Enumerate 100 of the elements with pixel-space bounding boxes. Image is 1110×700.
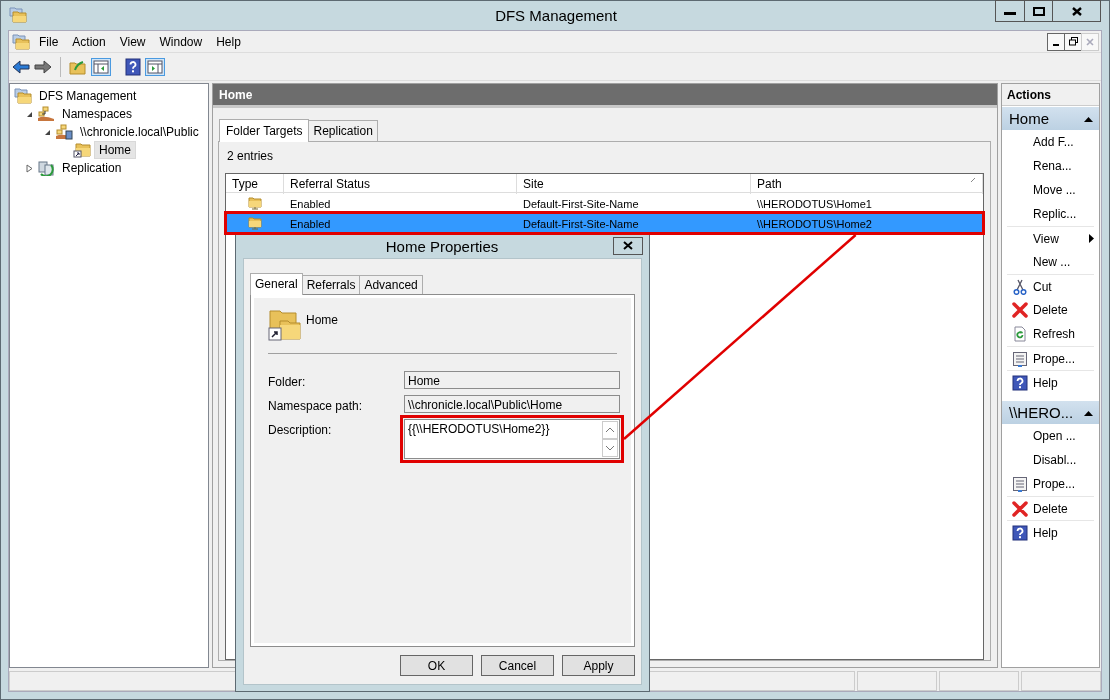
app-icon (9, 7, 27, 23)
tab[interactable]: Advanced (359, 275, 423, 294)
shortcut-folder-icon (268, 309, 302, 341)
table-cell-text: Default-First-Site-Name (522, 197, 640, 210)
properties-icon (1012, 350, 1028, 367)
properties-icon (1012, 476, 1028, 492)
tree-item[interactable]: \\chronicle.local\Public (76, 124, 203, 140)
help-icon (1012, 524, 1028, 541)
dialog-title: Home Properties (384, 237, 500, 255)
table-row[interactable]: Enabled Default-First-Site-Name \\HERODOTUS\Home2 (226, 213, 983, 233)
folder-name: Home (306, 312, 338, 327)
sort-icon (970, 177, 976, 183)
minimize-icon (1053, 44, 1059, 46)
folder-target-icon (248, 216, 262, 230)
entries-count: 2 entries (226, 148, 275, 165)
close-icon (1086, 37, 1094, 46)
task-link[interactable]: Add F... (1033, 135, 1094, 149)
action-group-header[interactable]: \\HERO... (1002, 401, 1099, 424)
refresh-icon (1012, 326, 1028, 342)
field-label: Description: (268, 422, 333, 437)
dialog-button[interactable]: OK (400, 655, 473, 676)
task-link[interactable]: Prope... (1033, 477, 1094, 491)
table-cell-text: \\HERODOTUS\Home2 (756, 217, 873, 230)
show-tree-icon[interactable] (91, 57, 111, 76)
window-title: DFS Management (494, 7, 618, 24)
field-label: Folder: (268, 374, 307, 389)
maximize-button[interactable] (1024, 0, 1053, 22)
dialog-button[interactable]: Apply (562, 655, 635, 676)
collapse-caret-icon[interactable] (1084, 115, 1093, 122)
table-row[interactable]: Enabled Default-First-Site-Name \\HERODOTUS\Home1 (226, 193, 983, 213)
help-icon (1012, 374, 1028, 391)
scissors-icon (1012, 278, 1028, 295)
restore-icon (1068, 37, 1078, 46)
close-icon (1070, 6, 1083, 16)
tree-item[interactable]: DFS Management (35, 88, 141, 104)
menu-item[interactable]: File (32, 32, 66, 51)
read-only-field: \\chronicle.local\Public\Home (404, 395, 620, 413)
tab[interactable]: Folder Targets (219, 119, 310, 142)
show-actions-icon[interactable] (145, 57, 165, 76)
table-cell-text: Enabled (289, 197, 332, 210)
task-link[interactable]: Refresh (1033, 327, 1094, 341)
app-menu-icon (12, 33, 30, 50)
folder-up-icon[interactable] (69, 58, 87, 75)
replication-icon (37, 160, 55, 176)
tree-item[interactable]: Namespaces (58, 106, 137, 122)
close-icon (623, 241, 633, 250)
column-header[interactable]: Path (751, 174, 983, 194)
expanded-arrow-icon[interactable] (25, 110, 33, 118)
folders-icon (14, 88, 32, 104)
panel-title: Home (213, 84, 997, 108)
help-icon[interactable] (125, 57, 141, 76)
minimize-button[interactable] (1047, 32, 1065, 51)
task-link[interactable]: New ... (1033, 255, 1094, 269)
folder-target-icon (248, 196, 262, 210)
task-link[interactable]: Disabl... (1033, 453, 1094, 467)
scroll-down-icon[interactable] (602, 439, 618, 457)
namespace-icon (37, 106, 55, 122)
field-label: Namespace path: (268, 398, 364, 413)
task-link[interactable]: Open ... (1033, 429, 1094, 443)
task-link[interactable]: Cut (1033, 279, 1094, 294)
task-link[interactable]: Help (1033, 525, 1094, 540)
column-header[interactable]: Site (517, 174, 751, 194)
close-button[interactable] (1052, 0, 1101, 22)
menu-item[interactable]: Window (152, 32, 210, 51)
menu-item[interactable]: View (112, 32, 153, 51)
restore-button[interactable] (1064, 32, 1082, 51)
dialog-button[interactable]: Cancel (481, 655, 554, 676)
column-header[interactable]: Referral Status (284, 174, 517, 194)
namespace-icon (55, 124, 73, 140)
task-link[interactable]: Rena... (1033, 159, 1094, 173)
shortcut-folder-icon (73, 142, 91, 158)
task-link[interactable]: Replic... (1033, 207, 1094, 221)
column-header[interactable]: Type (226, 174, 284, 194)
table-cell-text: Default-First-Site-Name (522, 217, 640, 230)
delete-icon (1012, 302, 1028, 318)
tree-item[interactable]: Home (94, 141, 136, 159)
table-cell-text: \\HERODOTUS\Home1 (756, 197, 873, 210)
task-link[interactable]: Delete (1033, 501, 1094, 516)
action-group-header[interactable]: Home (1002, 107, 1099, 130)
tab[interactable]: General (250, 273, 303, 295)
task-link[interactable]: View (1033, 231, 1089, 246)
task-link[interactable]: Move ... (1033, 183, 1094, 197)
tree-item[interactable]: Replication (58, 160, 126, 176)
collapse-caret-icon[interactable] (1084, 409, 1093, 416)
close-button[interactable] (613, 236, 643, 255)
task-link[interactable]: Prope... (1033, 351, 1094, 366)
tab[interactable]: Replication (308, 120, 378, 141)
back-arrow-icon[interactable] (12, 58, 30, 75)
expanded-arrow-icon[interactable] (43, 128, 51, 136)
description-field[interactable]: {{\\HERODOTUS\Home2}} (404, 419, 620, 459)
task-link[interactable]: Help (1033, 375, 1094, 390)
collapsed-arrow-icon[interactable] (25, 163, 33, 173)
menu-item[interactable]: Help (209, 32, 248, 51)
scroll-up-icon[interactable] (602, 421, 618, 439)
table-cell-text: Enabled (289, 217, 332, 230)
task-link[interactable]: Delete (1033, 303, 1094, 317)
menu-item[interactable]: Action (65, 32, 113, 51)
read-only-field: Home (404, 371, 620, 389)
delete-icon (1012, 500, 1028, 517)
minimize-button[interactable] (995, 0, 1025, 22)
